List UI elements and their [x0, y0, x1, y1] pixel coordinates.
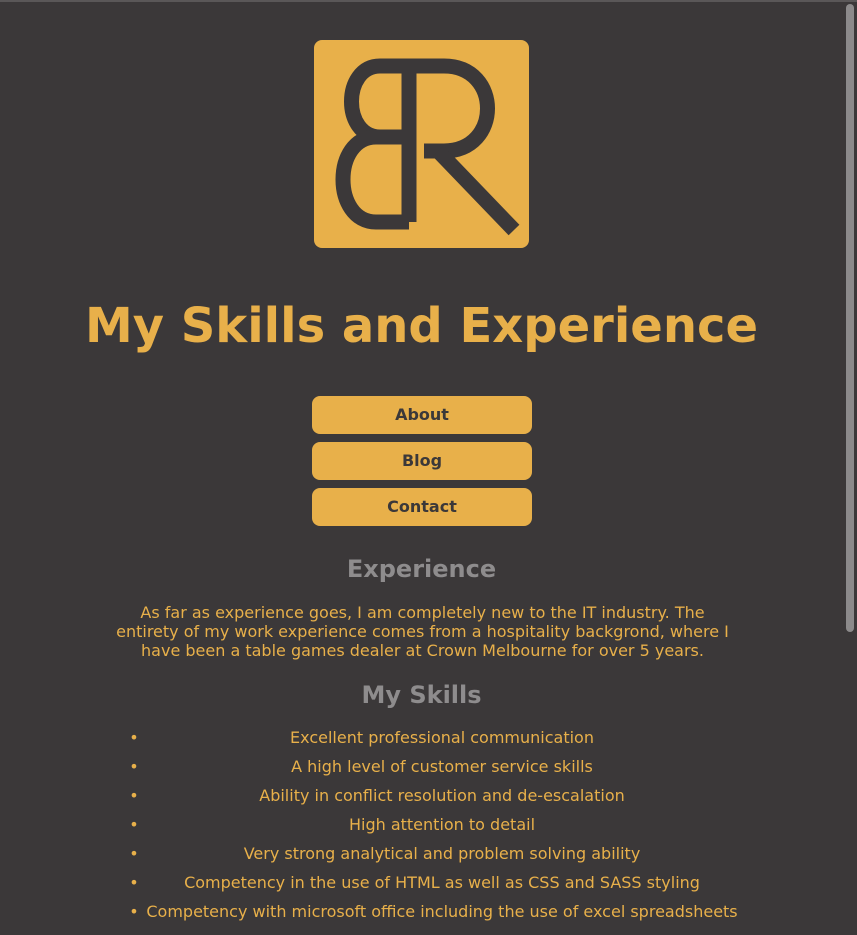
bullet-icon: •: [129, 786, 139, 805]
scrollbar-thumb[interactable]: [846, 4, 854, 632]
skill-list-item: • Competency with microsoft office includ…: [0, 900, 843, 929]
skill-text: Very strong analytical and problem solvi…: [243, 844, 641, 863]
br-monogram-icon: [335, 58, 520, 236]
bullet-icon: •: [129, 815, 139, 834]
skill-list-item: • Ability in conflict resolution and de-e…: [0, 784, 843, 813]
skill-text: A high level of customer service skills: [291, 757, 593, 776]
br-logo: [314, 40, 529, 248]
bullet-icon: •: [129, 873, 139, 892]
skill-list-item: • Competency in the use of HTML as well a…: [0, 871, 843, 900]
window-top-border: [0, 0, 857, 2]
skill-text: Competency in the use of HTML as well as…: [184, 873, 700, 892]
vertical-scrollbar[interactable]: [843, 2, 857, 935]
skill-list-item: • Very strong analytical and problem solv…: [0, 842, 843, 871]
bullet-icon: •: [129, 844, 139, 863]
skill-text: Excellent professional communication: [290, 728, 594, 747]
bullet-icon: •: [129, 902, 139, 921]
main-nav: About Blog Contact: [312, 396, 532, 534]
page-title: My Skills and Experience: [84, 298, 759, 354]
skill-list-item: • High attention to detail: [0, 813, 843, 842]
skill-text: Ability in conflict resolution and de-es…: [259, 786, 625, 805]
skill-list-item: • Excellent professional communication: [0, 726, 843, 755]
nav-about-button[interactable]: About: [312, 396, 532, 434]
nav-contact-button[interactable]: Contact: [312, 488, 532, 526]
skills-list: • Excellent professional communication • A…: [0, 726, 843, 929]
experience-heading: Experience: [346, 555, 497, 583]
experience-paragraph: As far as experience goes, I am complete…: [116, 603, 729, 660]
skills-heading: My Skills: [361, 681, 482, 709]
nav-blog-button[interactable]: Blog: [312, 442, 532, 480]
skill-list-item: • A high level of customer service skills: [0, 755, 843, 784]
bullet-icon: •: [129, 728, 139, 747]
skill-text: High attention to detail: [348, 815, 536, 834]
bullet-icon: •: [129, 757, 139, 776]
skill-text: Competency with microsoft office includi…: [146, 902, 738, 921]
